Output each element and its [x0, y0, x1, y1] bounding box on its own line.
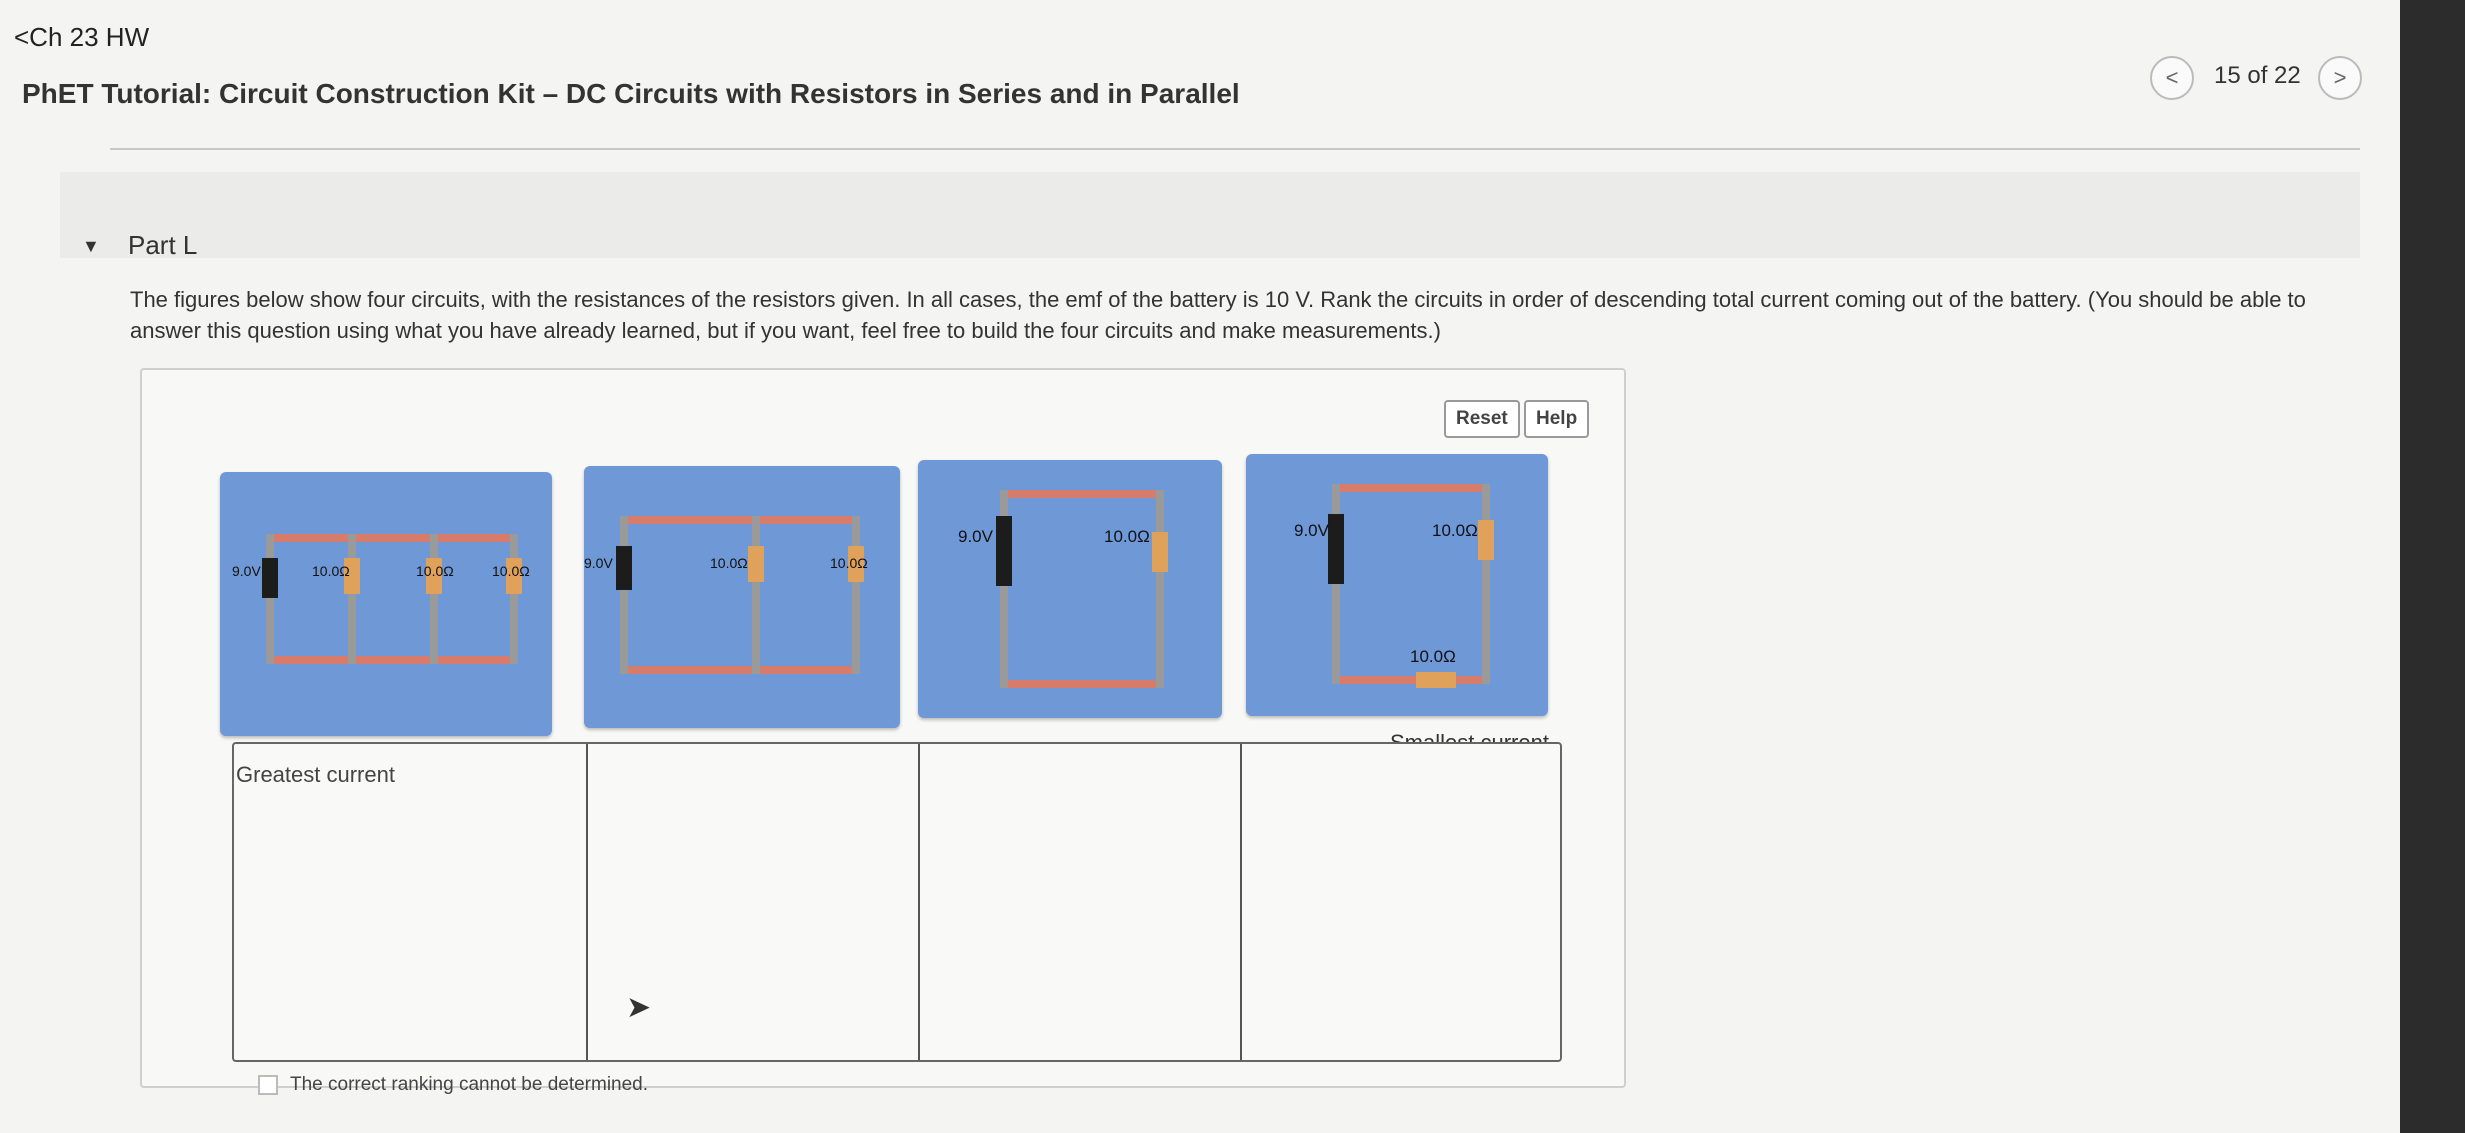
question-text: The figures below show four circuits, wi… — [130, 287, 2306, 343]
caret-down-icon[interactable]: ▼ — [82, 236, 100, 257]
resistor-label: 10.0Ω — [1432, 521, 1478, 540]
rank-slot-1[interactable] — [234, 744, 588, 1060]
top-wire — [1004, 490, 1164, 498]
page-title: PhET Tutorial: Circuit Construction Kit … — [22, 78, 1240, 109]
mouse-cursor-icon: ➤ — [626, 991, 652, 1024]
resistor-label: 10.0Ω — [312, 563, 350, 579]
wire-branch-1 — [752, 516, 760, 674]
circuit-diagram-4: 9.0V 10.0Ω 10.0Ω — [1294, 484, 1494, 688]
greatest-current-label: Greatest current — [236, 762, 395, 787]
circuit-diagram-1: 9.0V 10.0Ω 10.0Ω 10.0Ω — [232, 534, 530, 664]
part-label: Part L — [128, 230, 198, 260]
bottom-wire — [270, 656, 518, 664]
rank-slot-4[interactable] — [1242, 744, 1558, 1060]
previous-item-button[interactable]: < — [2150, 56, 2194, 100]
cannot-determine-label: The correct ranking cannot be determined… — [290, 1074, 649, 1095]
resistor-1 — [1152, 532, 1168, 572]
resistor-2 — [1416, 672, 1456, 688]
resistor-label: 10.0Ω — [492, 563, 530, 579]
bottom-wire — [624, 666, 860, 674]
circuit-card-4[interactable]: 9.0V 10.0Ω 10.0Ω — [1246, 454, 1548, 716]
back-to-assignment-link[interactable]: <Ch 23 HW — [14, 22, 149, 53]
wire-branch-3 — [510, 534, 518, 664]
battery — [262, 558, 278, 598]
item-counter: 15 of 22 — [2214, 62, 2301, 89]
battery-label: 9.0V — [584, 555, 613, 571]
wire-branch-1 — [348, 534, 356, 664]
top-wire — [624, 516, 860, 524]
circuit-diagram-2: 9.0V 10.0Ω 10.0Ω — [584, 516, 868, 674]
battery-label: 9.0V — [232, 563, 261, 579]
rank-slot-3[interactable] — [920, 744, 1242, 1060]
resistor-label: 10.0Ω — [1104, 527, 1150, 546]
wire-left — [620, 516, 628, 674]
chevron-right-icon: > — [2333, 65, 2347, 90]
resistor-label: 10.0Ω — [710, 555, 748, 571]
resistor-label: 10.0Ω — [1410, 647, 1456, 666]
circuit-diagram-3: 9.0V 10.0Ω — [958, 490, 1168, 688]
battery-label: 9.0V — [1294, 521, 1330, 540]
window-edge — [2400, 0, 2465, 1133]
ranking-drop-zone[interactable] — [232, 742, 1562, 1062]
resistor-label: 10.0Ω — [416, 563, 454, 579]
circuit-card-1[interactable]: 9.0V 10.0Ω 10.0Ω 10.0Ω — [220, 472, 552, 736]
cannot-determine-checkbox[interactable] — [258, 1075, 278, 1095]
resistor-1 — [748, 546, 764, 582]
help-button[interactable]: Help — [1524, 400, 1590, 438]
wire-right — [1156, 490, 1164, 688]
circuit-card-3[interactable]: 9.0V 10.0Ω — [918, 460, 1222, 718]
top-wire — [270, 534, 518, 542]
chevron-left-icon: < — [2165, 65, 2179, 90]
circuit-card-2[interactable]: 9.0V 10.0Ω 10.0Ω — [584, 466, 900, 728]
wire-branch-2 — [852, 516, 860, 674]
resistor-1 — [1478, 520, 1494, 560]
battery — [616, 546, 632, 590]
part-header[interactable] — [60, 172, 2360, 258]
next-item-button[interactable]: > — [2318, 56, 2362, 100]
resistor-label: 10.0Ω — [830, 555, 868, 571]
wire-right — [1482, 484, 1490, 684]
top-wire — [1336, 484, 1486, 492]
cannot-determine-option[interactable]: The correct ranking cannot be determined… — [258, 1074, 648, 1096]
bottom-wire — [1004, 680, 1164, 688]
header-divider — [110, 148, 2360, 150]
wire-branch-2 — [430, 534, 438, 664]
bottom-wire — [1336, 676, 1486, 684]
battery — [996, 516, 1012, 586]
reset-button[interactable]: Reset — [1444, 400, 1520, 438]
battery — [1328, 514, 1344, 584]
wire-left — [266, 534, 274, 664]
battery-label: 9.0V — [958, 527, 994, 546]
